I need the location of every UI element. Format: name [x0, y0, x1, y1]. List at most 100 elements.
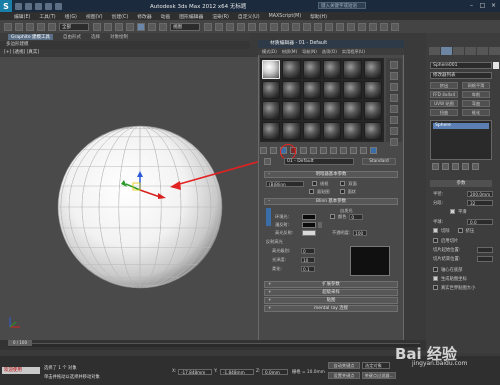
- menu-maxscript[interactable]: MAXScript(M): [269, 14, 302, 19]
- material-slot[interactable]: [343, 101, 362, 120]
- material-slot[interactable]: [302, 80, 321, 99]
- utilities-tab-icon[interactable]: [489, 47, 500, 55]
- put-to-library-icon[interactable]: [310, 146, 317, 154]
- smooth-checkbox[interactable]: [450, 209, 455, 214]
- glossiness-spinner[interactable]: 10: [301, 256, 315, 263]
- remove-modifier-icon[interactable]: [462, 163, 469, 170]
- render-setup-icon[interactable]: [369, 22, 377, 31]
- object-name-field[interactable]: Sphere001: [430, 62, 492, 69]
- material-name-field[interactable]: 01 - Default: [284, 157, 354, 165]
- schematic-view-icon[interactable]: [347, 22, 355, 31]
- material-slot[interactable]: [323, 121, 342, 140]
- modifier-button-twist[interactable]: 扭曲: [430, 109, 458, 116]
- rollout-shader-basic[interactable]: – 明暗器基本参数: [264, 171, 398, 178]
- configure-sets-icon[interactable]: [472, 163, 479, 170]
- me-menu-material[interactable]: 材质(M): [282, 48, 297, 55]
- opacity-spinner[interactable]: 100: [353, 229, 368, 236]
- material-slot[interactable]: [343, 60, 362, 79]
- close-button[interactable]: ×: [488, 1, 499, 10]
- menu-graph-editors[interactable]: 图形编辑器: [179, 13, 203, 20]
- minimize-button[interactable]: –: [466, 1, 477, 10]
- background-icon[interactable]: [390, 83, 398, 91]
- angle-snap-icon[interactable]: [248, 22, 256, 31]
- bind-space-warp-icon[interactable]: [48, 22, 56, 31]
- ambient-color-swatch[interactable]: [302, 213, 316, 220]
- modifier-button-lathe[interactable]: 车削: [462, 91, 490, 98]
- faceted-checkbox[interactable]: [339, 189, 345, 194]
- curve-editor-icon[interactable]: [336, 22, 344, 31]
- rendered-frame-icon[interactable]: [380, 22, 388, 31]
- hemisphere-spinner[interactable]: 0.0: [467, 218, 493, 225]
- motion-tab-icon[interactable]: [465, 47, 476, 55]
- material-slot[interactable]: [282, 80, 301, 99]
- me-menu-options[interactable]: 选项(O): [322, 48, 337, 55]
- named-selection-icon[interactable]: [281, 22, 289, 31]
- get-material-icon[interactable]: [260, 146, 267, 154]
- tab-freeform[interactable]: 自由形式: [63, 34, 81, 40]
- material-slot[interactable]: [323, 101, 342, 120]
- menu-group[interactable]: 组(G): [65, 13, 77, 20]
- tab-selection[interactable]: 选择: [91, 34, 100, 40]
- save-icon[interactable]: [35, 2, 42, 10]
- hierarchy-tab-icon[interactable]: [453, 47, 464, 55]
- time-slider-track[interactable]: [8, 343, 420, 347]
- set-key-button[interactable]: 设置关键点: [328, 372, 360, 379]
- material-slot[interactable]: [323, 80, 342, 99]
- material-slot[interactable]: [282, 121, 301, 140]
- modifier-button-taper[interactable]: 锥化: [462, 109, 490, 116]
- viewport-labels[interactable]: [+] [透视] [真实]: [4, 49, 39, 55]
- snaps-toggle-icon[interactable]: [237, 22, 245, 31]
- diffuse-color-swatch[interactable]: [302, 221, 316, 228]
- menu-help[interactable]: 帮助(H): [310, 13, 327, 20]
- scale-icon[interactable]: [159, 22, 167, 31]
- rollout-extended[interactable]: + 扩展参数: [264, 281, 398, 288]
- material-type-button[interactable]: Standard: [362, 157, 396, 165]
- me-menu-navigation[interactable]: 导航(N): [302, 48, 317, 55]
- sample-type-icon[interactable]: [390, 61, 398, 69]
- pivot-icon[interactable]: [204, 22, 212, 31]
- time-slider-handle[interactable]: 0 / 100: [8, 340, 32, 346]
- align-icon[interactable]: [303, 22, 311, 31]
- segments-spinner[interactable]: 32: [467, 199, 493, 206]
- y-coordinate-field[interactable]: -1.848mm: [220, 369, 254, 375]
- spec-level-spinner[interactable]: 0: [301, 247, 315, 254]
- material-id-channel-icon[interactable]: [320, 146, 327, 154]
- redo-toolbar-icon[interactable]: [15, 22, 23, 31]
- video-color-check-icon[interactable]: [390, 105, 398, 113]
- rotate-icon[interactable]: [148, 22, 156, 31]
- face-map-checkbox[interactable]: [309, 189, 314, 194]
- perspective-viewport[interactable]: [0, 57, 283, 340]
- shader-type-dropdown[interactable]: (B)Blinn: [266, 180, 304, 187]
- key-filters-button[interactable]: 关键点过滤器...: [362, 372, 396, 379]
- rollout-maps[interactable]: + 贴图: [264, 297, 398, 304]
- rollout-supersampling[interactable]: + 超级采样: [264, 289, 398, 296]
- material-slot[interactable]: [262, 121, 281, 140]
- material-slot[interactable]: [282, 101, 301, 120]
- chop-radio[interactable]: [433, 228, 438, 233]
- material-slot[interactable]: [262, 60, 281, 79]
- material-slot[interactable]: [323, 60, 342, 79]
- real-world-checkbox[interactable]: [433, 285, 438, 290]
- material-slot[interactable]: [302, 101, 321, 120]
- stack-item-sphere[interactable]: Sphere: [433, 123, 489, 129]
- new-file-icon[interactable]: [15, 2, 22, 10]
- open-file-icon[interactable]: [25, 2, 32, 10]
- layer-manager-icon[interactable]: [314, 22, 322, 31]
- base-to-pivot-checkbox[interactable]: [433, 267, 438, 272]
- create-tab-icon[interactable]: [429, 47, 440, 55]
- show-end-result-icon[interactable]: [340, 146, 347, 154]
- modify-tab-icon[interactable]: [441, 47, 452, 55]
- material-slot[interactable]: [262, 101, 281, 120]
- undo-icon[interactable]: [45, 2, 52, 10]
- specular-color-swatch[interactable]: [302, 229, 316, 236]
- auto-key-button[interactable]: 自动关键点: [328, 362, 360, 369]
- make-preview-icon[interactable]: [390, 116, 398, 124]
- x-coordinate-field[interactable]: -17.848mm: [178, 369, 212, 375]
- lock-ambient-diffuse-icon[interactable]: [266, 207, 271, 226]
- go-to-parent-icon[interactable]: [350, 146, 357, 154]
- make-unique-stack-icon[interactable]: [452, 163, 459, 170]
- two-sided-checkbox[interactable]: [340, 181, 346, 186]
- gen-coords-checkbox[interactable]: [433, 276, 438, 281]
- key-mode-dropdown[interactable]: 选定对象: [362, 362, 390, 369]
- rectangular-selection-icon[interactable]: [115, 22, 123, 31]
